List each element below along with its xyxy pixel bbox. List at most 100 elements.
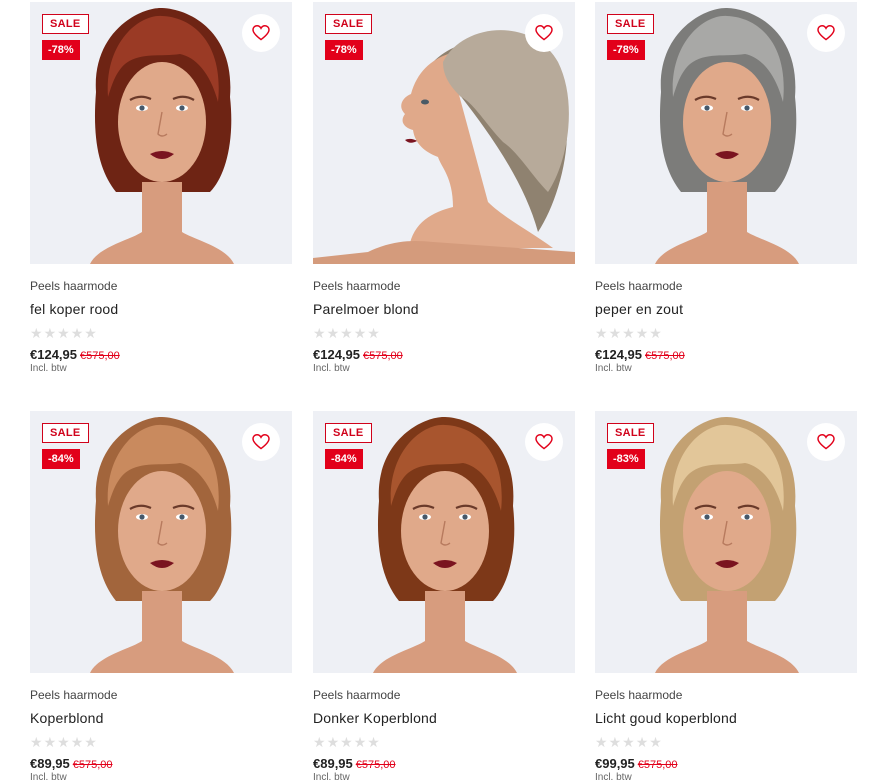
star-icon: ★ <box>30 734 43 750</box>
wishlist-button[interactable] <box>807 423 845 461</box>
current-price: €124,95 <box>595 347 642 362</box>
star-icon: ★ <box>367 325 380 341</box>
star-icon: ★ <box>595 734 608 750</box>
price-row: €89,95 €575,00 <box>30 756 292 772</box>
star-icon: ★ <box>622 734 635 750</box>
heart-outline-icon <box>817 434 835 450</box>
product-image[interactable]: SALE -78% <box>313 2 575 264</box>
price-row: €124,95 €575,00 <box>30 347 292 363</box>
star-icon: ★ <box>43 325 57 341</box>
wishlist-button[interactable] <box>242 14 280 52</box>
star-icon: ★ <box>353 734 367 750</box>
old-price: €575,00 <box>72 759 113 771</box>
rating-stars: ★ ★ ★ ★ ★ <box>30 326 292 340</box>
product-brand: Peels haarmode <box>595 279 683 293</box>
discount-badge: -84% <box>42 449 80 469</box>
product-title[interactable]: Parelmoer blond <box>313 300 575 318</box>
product-card[interactable]: SALE -78% Peels haarmode Parelmoer blond ★ ★ ★… <box>313 2 575 375</box>
star-icon: ★ <box>340 325 353 341</box>
sale-badge: SALE <box>607 14 654 34</box>
discount-badge: -78% <box>325 40 363 60</box>
product-brand: Peels haarmode <box>30 279 118 293</box>
price-row: €99,95 €575,00 <box>595 756 857 772</box>
product-image[interactable]: SALE -84% <box>313 411 575 673</box>
star-icon: ★ <box>43 734 57 750</box>
star-icon: ★ <box>608 734 622 750</box>
product-grid: SALE -78% Peels haarmode fel koper rood ★ ★ ★ ★… <box>0 0 890 783</box>
rating-stars: ★ ★ ★ ★ ★ <box>313 735 575 749</box>
product-card[interactable]: SALE -84% Peels haarmode Donker Koperblond ★… <box>313 411 575 784</box>
current-price: €124,95 <box>313 347 360 362</box>
star-icon: ★ <box>70 325 84 341</box>
old-price: €575,00 <box>645 350 685 362</box>
product-card[interactable]: SALE -83% Peels haarmode Licht goud koperbl… <box>595 411 857 784</box>
star-icon: ★ <box>367 734 380 750</box>
star-icon: ★ <box>57 734 70 750</box>
vat-note: Incl. btw <box>595 363 632 374</box>
heart-outline-icon <box>817 25 835 41</box>
discount-badge: -83% <box>607 449 645 469</box>
discount-badge: -78% <box>42 40 80 60</box>
current-price: €89,95 <box>30 756 70 771</box>
product-brand: Peels haarmode <box>30 688 118 702</box>
product-title[interactable]: Koperblond <box>30 709 292 727</box>
old-price: €575,00 <box>363 350 403 362</box>
product-image[interactable]: SALE -83% <box>595 411 857 673</box>
price-row: €124,95 €575,00 <box>595 347 857 363</box>
product-title[interactable]: peper en zout <box>595 300 857 318</box>
product-title[interactable]: Donker Koperblond <box>313 709 575 727</box>
current-price: €99,95 <box>595 756 635 771</box>
star-icon: ★ <box>622 325 635 341</box>
rating-stars: ★ ★ ★ ★ ★ <box>313 326 575 340</box>
discount-badge: -78% <box>607 40 645 60</box>
product-brand: Peels haarmode <box>313 279 401 293</box>
sale-badge: SALE <box>325 423 372 443</box>
vat-note: Incl. btw <box>30 363 67 374</box>
wishlist-button[interactable] <box>525 14 563 52</box>
wishlist-button[interactable] <box>807 14 845 52</box>
star-icon: ★ <box>635 734 649 750</box>
star-icon: ★ <box>57 325 70 341</box>
star-icon: ★ <box>649 325 662 341</box>
star-icon: ★ <box>649 734 662 750</box>
product-card[interactable]: SALE -78% Peels haarmode fel koper rood ★ ★ ★ ★… <box>30 2 292 375</box>
heart-outline-icon <box>252 25 270 41</box>
old-price: €575,00 <box>355 759 396 771</box>
heart-outline-icon <box>535 434 553 450</box>
product-title[interactable]: Licht goud koperblond <box>595 709 857 727</box>
star-icon: ★ <box>595 325 608 341</box>
product-brand: Peels haarmode <box>595 688 683 702</box>
star-icon: ★ <box>340 734 353 750</box>
star-icon: ★ <box>70 734 84 750</box>
star-icon: ★ <box>84 325 97 341</box>
vat-note: Incl. btw <box>313 772 350 783</box>
star-icon: ★ <box>608 325 622 341</box>
star-icon: ★ <box>353 325 367 341</box>
wishlist-button[interactable] <box>242 423 280 461</box>
product-card[interactable]: SALE -84% Peels haarmode Koperblond ★ ★ ★ ★ ★ €89… <box>30 411 292 784</box>
star-icon: ★ <box>635 325 649 341</box>
product-brand: Peels haarmode <box>313 688 401 702</box>
old-price: €575,00 <box>80 350 120 362</box>
star-icon: ★ <box>326 325 340 341</box>
product-title[interactable]: fel koper rood <box>30 300 292 318</box>
heart-outline-icon <box>252 434 270 450</box>
star-icon: ★ <box>84 734 97 750</box>
sale-badge: SALE <box>42 14 89 34</box>
rating-stars: ★ ★ ★ ★ ★ <box>595 326 857 340</box>
sale-badge: SALE <box>325 14 372 34</box>
product-card[interactable]: SALE -78% Peels haarmode peper en zout ★ ★ ★ ★ ★… <box>595 2 857 375</box>
current-price: €124,95 <box>30 347 77 362</box>
product-image[interactable]: SALE -78% <box>30 2 292 264</box>
discount-badge: -84% <box>325 449 363 469</box>
star-icon: ★ <box>313 325 326 341</box>
vat-note: Incl. btw <box>30 772 67 783</box>
wishlist-button[interactable] <box>525 423 563 461</box>
star-icon: ★ <box>30 325 43 341</box>
old-price: €575,00 <box>637 759 678 771</box>
heart-outline-icon <box>535 25 553 41</box>
price-row: €89,95 €575,00 <box>313 756 575 772</box>
product-image[interactable]: SALE -84% <box>30 411 292 673</box>
sale-badge: SALE <box>42 423 89 443</box>
product-image[interactable]: SALE -78% <box>595 2 857 264</box>
